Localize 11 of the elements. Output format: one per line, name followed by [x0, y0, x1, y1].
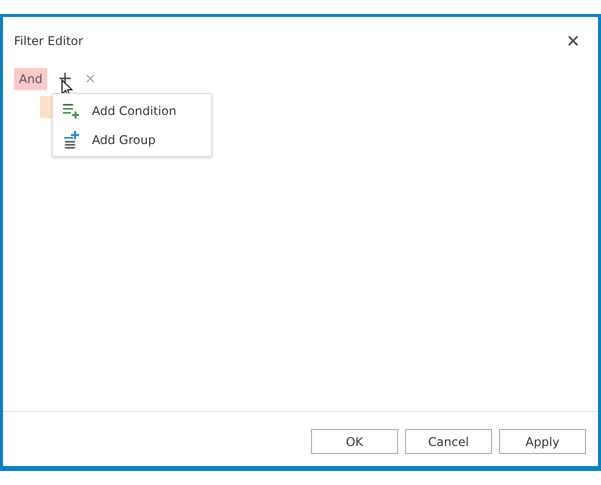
- dialog-button[interactable]: Apply: [499, 429, 586, 454]
- dialog-button[interactable]: Cancel: [405, 429, 492, 454]
- dialog-button[interactable]: OK: [311, 429, 398, 454]
- list-plus-icon: [62, 102, 80, 118]
- add-button[interactable]: +: [55, 70, 75, 88]
- window-title: Filter Editor: [14, 34, 84, 48]
- menu-item[interactable]: Add Condition: [53, 96, 211, 125]
- menu-item[interactable]: Add Group: [53, 125, 211, 154]
- list-plus-icon: [62, 130, 80, 148]
- group-operator[interactable]: And: [14, 68, 48, 90]
- close-button[interactable]: ✕: [560, 30, 586, 52]
